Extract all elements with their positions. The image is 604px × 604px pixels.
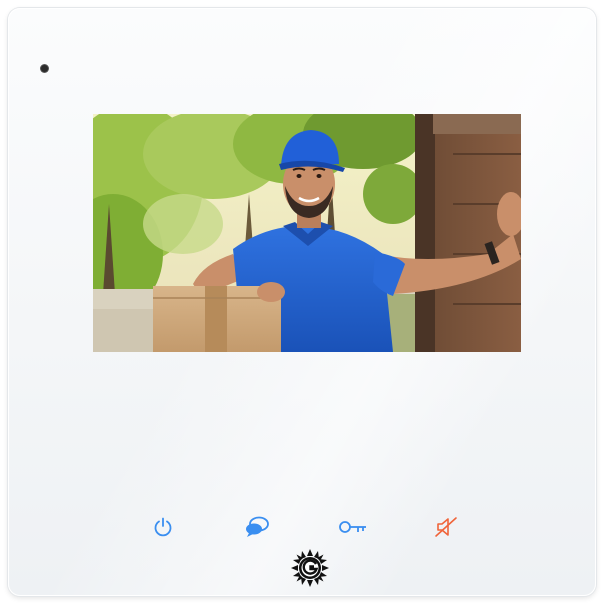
speaker-mute-icon	[435, 517, 457, 537]
video-screen	[93, 114, 521, 352]
speech-bubbles-icon	[246, 516, 269, 537]
talk-button[interactable]	[244, 513, 272, 541]
mute-button[interactable]	[432, 513, 460, 541]
brand-logo	[290, 548, 330, 588]
camera-lens	[41, 65, 48, 72]
power-button[interactable]	[149, 513, 177, 541]
power-icon	[154, 517, 172, 537]
intercom-monitor	[8, 8, 596, 596]
key-icon	[339, 521, 366, 533]
brand-sun-g-logo	[291, 549, 329, 587]
unlock-button[interactable]	[337, 513, 371, 541]
camera-feed-image	[93, 114, 521, 352]
